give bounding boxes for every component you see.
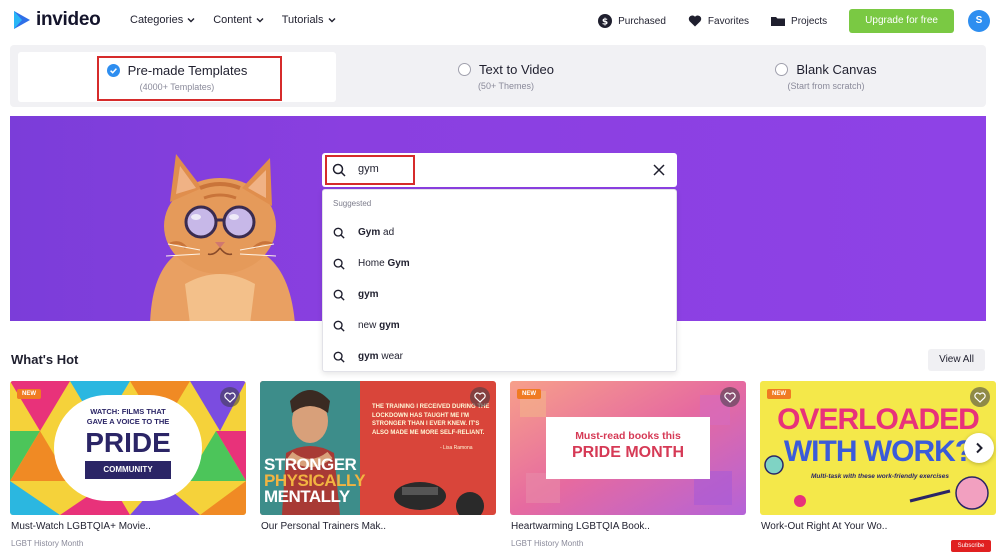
nav-categories-label: Categories bbox=[130, 14, 184, 26]
chevron-down-icon bbox=[256, 18, 264, 23]
search-icon bbox=[333, 289, 345, 301]
heart-outline-icon bbox=[474, 392, 486, 403]
card-title[interactable]: Heartwarming LGBTQIA Book.. bbox=[511, 521, 650, 532]
suggestion-text: new gym bbox=[358, 320, 400, 331]
brand-name: invideo bbox=[36, 9, 101, 30]
card-art-headline: PRIDE MONTH bbox=[572, 444, 684, 461]
heart-outline-icon bbox=[974, 392, 986, 403]
nav-categories[interactable]: Categories bbox=[130, 14, 195, 26]
card-title[interactable]: Work-Out Right At Your Wo.. bbox=[761, 521, 887, 532]
card-art-text: Multi-task with these work-friendly exer… bbox=[811, 473, 949, 480]
card-art-quote: THE TRAINING I RECEIVED DURING THE LOCKD… bbox=[372, 404, 490, 436]
brand-logo[interactable]: invideo bbox=[12, 9, 101, 31]
upgrade-button[interactable]: Upgrade for free bbox=[849, 9, 954, 33]
card-art-text: WATCH: FILMS THAT GAVE A VOICE TO THE bbox=[86, 407, 170, 426]
projects-label: Projects bbox=[791, 15, 828, 27]
card-category: LGBT History Month bbox=[511, 539, 584, 548]
search-icon bbox=[333, 320, 345, 332]
mode-label: Text to Video bbox=[479, 61, 554, 77]
new-badge: NEW bbox=[517, 389, 541, 399]
annotation-highlight-box bbox=[97, 56, 282, 101]
suggestion-item[interactable]: new gym bbox=[323, 312, 676, 340]
nav-content[interactable]: Content bbox=[213, 14, 264, 26]
purchased-link[interactable]: $ Purchased bbox=[598, 14, 666, 28]
section-title: What's Hot bbox=[11, 352, 79, 367]
card-art-headline: WITH WORK? bbox=[783, 435, 973, 468]
nav-tutorials-label: Tutorials bbox=[281, 14, 324, 26]
card-art-headline: OVERLOADED bbox=[777, 403, 980, 436]
heart-icon bbox=[688, 15, 702, 27]
template-card[interactable]: Must-read books this PRIDE MONTH NEW bbox=[510, 381, 746, 515]
projects-link[interactable]: Projects bbox=[771, 14, 827, 28]
favorite-button[interactable] bbox=[470, 387, 490, 407]
template-card[interactable]: OVERLOADED WITH WORK? Multi-task with th… bbox=[760, 381, 996, 515]
nav-content-label: Content bbox=[213, 14, 252, 26]
top-navbar: invideo Categories Content Tutorials $ P… bbox=[0, 0, 1000, 42]
chevron-down-icon bbox=[187, 18, 195, 23]
favorites-link[interactable]: Favorites bbox=[688, 14, 749, 28]
suggestion-item[interactable]: Home Gym bbox=[323, 250, 676, 278]
suggestion-text: Home Gym bbox=[358, 258, 410, 269]
favorite-button[interactable] bbox=[220, 387, 240, 407]
youtube-subscribe-badge[interactable]: Subscribe bbox=[951, 540, 991, 552]
purchased-label: Purchased bbox=[618, 15, 666, 27]
nav-menu: Categories Content Tutorials bbox=[130, 14, 336, 26]
card-art-pill: COMMUNITY bbox=[85, 461, 171, 479]
suggestion-item[interactable]: Gym ad bbox=[323, 219, 676, 247]
favorites-label: Favorites bbox=[707, 15, 750, 27]
close-icon[interactable] bbox=[653, 164, 665, 176]
card-title[interactable]: Must-Watch LGBTQIA+ Movie.. bbox=[11, 521, 151, 532]
card-category: LGBT History Month bbox=[11, 539, 84, 548]
chevron-down-icon bbox=[328, 18, 336, 23]
favorite-button[interactable] bbox=[970, 387, 990, 407]
template-card[interactable]: WATCH: FILMS THAT GAVE A VOICE TO THE PR… bbox=[10, 381, 246, 515]
mode-text-to-video[interactable]: Text to Video (50+ Themes) bbox=[346, 45, 666, 107]
suggestion-text: Gym ad bbox=[358, 227, 395, 238]
mode-sublabel: (50+ Themes) bbox=[477, 80, 535, 91]
chevron-right-icon bbox=[976, 442, 983, 454]
radio-icon bbox=[775, 62, 789, 76]
nav-right: $ Purchased Favorites Projects Upgrade f… bbox=[598, 9, 990, 33]
mode-sublabel: (Start from scratch) bbox=[787, 80, 865, 91]
template-card[interactable]: THE TRAINING I RECEIVED DURING THE LOCKD… bbox=[260, 381, 496, 515]
new-badge: NEW bbox=[17, 389, 41, 399]
invideo-logo-icon bbox=[14, 11, 30, 29]
heart-outline-icon bbox=[224, 392, 236, 403]
nav-tutorials[interactable]: Tutorials bbox=[282, 14, 336, 26]
view-all-button[interactable]: View All bbox=[928, 349, 985, 371]
cat-with-sunglasses-illustration bbox=[150, 154, 295, 321]
carousel-next-button[interactable] bbox=[964, 433, 994, 463]
dollar-icon: $ bbox=[598, 14, 613, 28]
mode-label: Blank Canvas bbox=[796, 61, 877, 77]
suggested-label: Suggested bbox=[333, 199, 372, 208]
svg-text:$: $ bbox=[602, 18, 608, 28]
annotation-highlight-box bbox=[325, 155, 415, 185]
search-icon bbox=[333, 351, 345, 363]
user-avatar[interactable]: S bbox=[968, 10, 990, 32]
folder-icon bbox=[771, 17, 786, 26]
card-art-text: Must-read books this bbox=[575, 430, 681, 442]
radio-icon bbox=[458, 62, 472, 76]
card-art-author: - Lisa Ramona bbox=[440, 445, 473, 451]
search-icon bbox=[333, 258, 345, 270]
mode-blank-canvas[interactable]: Blank Canvas (Start from scratch) bbox=[666, 45, 986, 107]
suggestion-text: gym bbox=[358, 289, 379, 300]
suggestion-item[interactable]: gym wear bbox=[323, 343, 676, 371]
new-badge: NEW bbox=[767, 389, 791, 399]
card-art-headline: STRONGER PHYSICALLY MENTALLY bbox=[264, 455, 366, 506]
suggestion-text: gym wear bbox=[358, 351, 404, 362]
card-art-headline: PRIDE bbox=[85, 427, 171, 458]
suggestion-item[interactable]: gym bbox=[323, 281, 676, 309]
card-title[interactable]: Our Personal Trainers Mak.. bbox=[261, 521, 386, 532]
search-suggestions-dropdown: Suggested Gym ad Home Gym gym new gym gy… bbox=[322, 189, 677, 372]
favorite-button[interactable] bbox=[720, 387, 740, 407]
search-icon bbox=[333, 227, 345, 239]
heart-outline-icon bbox=[724, 392, 736, 403]
